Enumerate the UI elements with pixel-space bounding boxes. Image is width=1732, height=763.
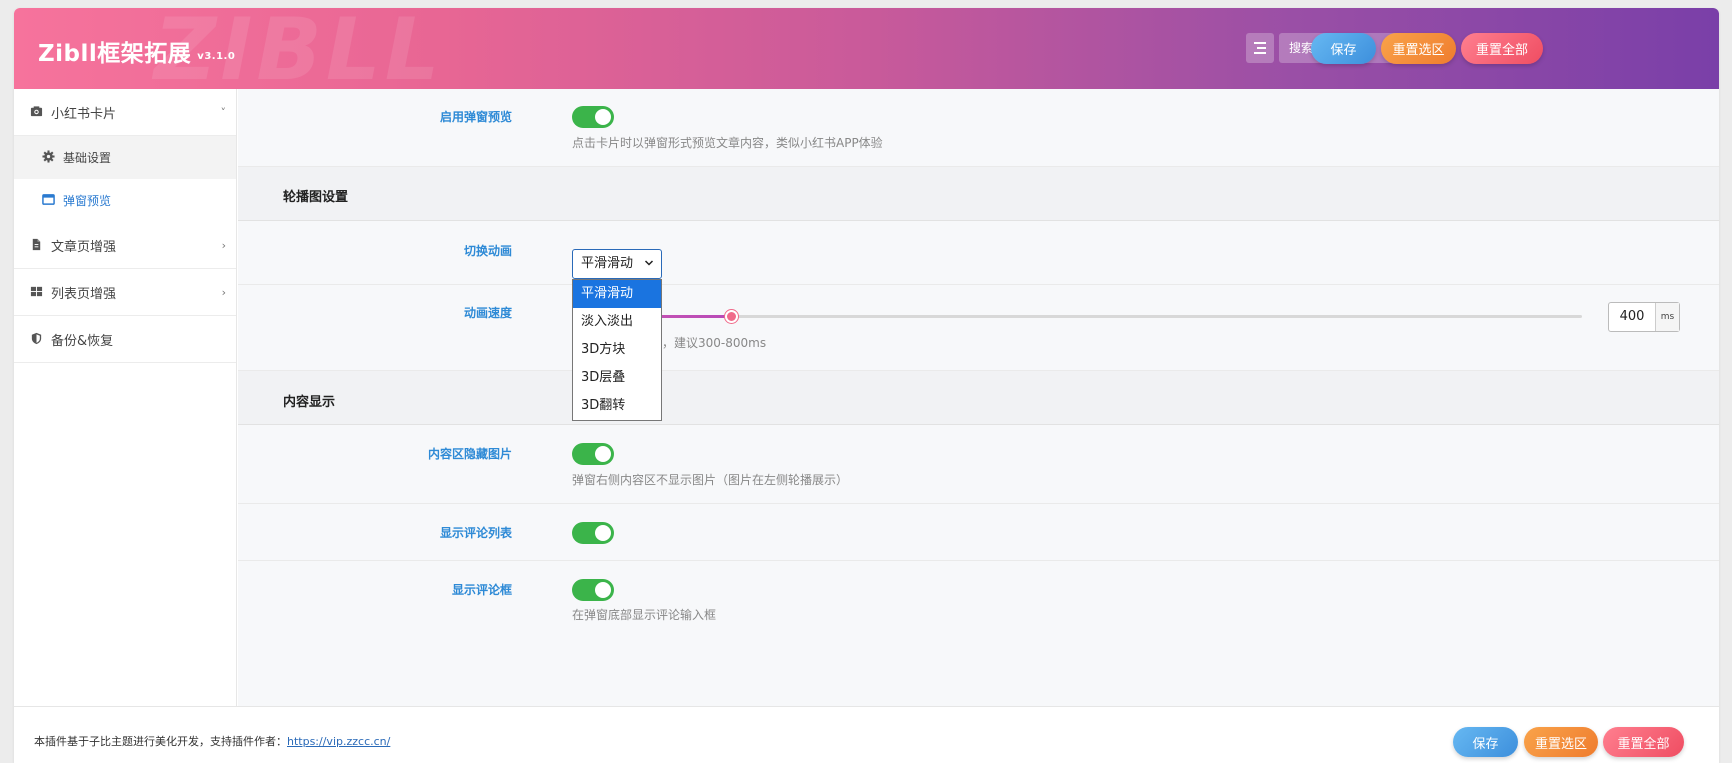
setting-popup-preview: 启用弹窗预览 点击卡片时以弹窗形式预览文章内容，类似小红书APP体验	[238, 89, 1719, 167]
reset-all-button[interactable]: 重置全部	[1461, 33, 1543, 64]
footer-text: 本插件基于子比主题进行美化开发，支持插件作者：https://vip.zzcc.…	[34, 733, 390, 749]
reset-section-button[interactable]: 重置选区	[1381, 33, 1456, 64]
shield-icon	[31, 332, 42, 345]
dropdown-option[interactable]: 淡入淡出	[573, 308, 661, 336]
popup-preview-toggle[interactable]	[572, 106, 614, 128]
chevron-right-icon: ›	[221, 238, 226, 252]
setting-label: 切换动画	[463, 244, 512, 258]
section-header-content: 内容显示	[238, 371, 1719, 425]
chevron-down-icon: ˅	[220, 105, 227, 119]
footer-reset-all-button[interactable]: 重置全部	[1603, 727, 1684, 757]
setting-label: 启用弹窗预览	[439, 110, 512, 124]
sidebar-item-label: 文章页增强	[51, 239, 117, 255]
brand-name: Zibll框架拓展	[38, 41, 192, 67]
setting-label: 显示评论框	[451, 583, 512, 597]
sidebar-item-label: 备份&恢复	[51, 333, 114, 349]
main-content: 启用弹窗预览 点击卡片时以弹窗形式预览文章内容，类似小红书APP体验 轮播图设置…	[238, 89, 1719, 706]
sidebar-item-backup-restore[interactable]: 备份&恢复	[14, 316, 236, 363]
transition-dropdown: 平滑滑动 淡入淡出 3D方块 3D层叠 3D翻转	[572, 279, 662, 421]
dropdown-option[interactable]: 3D翻转	[573, 392, 661, 420]
grid-icon	[30, 286, 43, 297]
setting-hide-images: 内容区隐藏图片 弹窗右侧内容区不显示图片（图片在左侧轮播展示）	[238, 425, 1719, 504]
speed-slider-track[interactable]	[572, 310, 1582, 323]
sidebar-subitem-basic-settings[interactable]: 基础设置	[14, 136, 236, 179]
sidebar: 小红书卡片 ˅ 基础设置 弹窗预览 文章页增强 › 列表页增强 › 备份&恢复	[14, 89, 237, 706]
hide-images-toggle[interactable]	[572, 443, 614, 465]
window-icon	[42, 194, 55, 205]
setting-description: 在弹窗底部显示评论输入框	[572, 608, 717, 622]
section-header-carousel: 轮播图设置	[238, 167, 1719, 221]
setting-description: 点击卡片时以弹窗形式预览文章内容，类似小红书APP体验	[572, 136, 883, 150]
section-title: 内容显示	[283, 395, 336, 410]
save-button[interactable]: 保存	[1311, 33, 1376, 64]
file-icon	[32, 238, 41, 251]
setting-speed: 动画速度 400 ms 慢，建议300-800ms	[238, 285, 1719, 371]
footer-bar: 本插件基于子比主题进行美化开发，支持插件作者：https://vip.zzcc.…	[14, 706, 1719, 763]
list-icon	[1254, 41, 1266, 56]
setting-label: 显示评论列表	[439, 526, 512, 540]
speed-number-input[interactable]: 400 ms	[1608, 302, 1680, 332]
setting-description: 慢，建议300-800ms	[650, 336, 767, 350]
show-comment-box-toggle[interactable]	[572, 579, 614, 601]
dropdown-option[interactable]: 3D方块	[573, 336, 661, 364]
author-link[interactable]: https://vip.zzcc.cn/	[287, 735, 390, 748]
dropdown-option[interactable]: 平滑滑动	[573, 280, 661, 308]
sidebar-item-xiaohongshu-card[interactable]: 小红书卡片 ˅	[14, 89, 236, 136]
sidebar-subitem-popup-preview[interactable]: 弹窗预览	[14, 179, 236, 222]
show-comments-toggle[interactable]	[572, 522, 614, 544]
chevron-down-icon	[644, 260, 654, 266]
speed-value: 400	[1619, 309, 1645, 324]
sidebar-item-label: 小红书卡片	[51, 106, 117, 122]
speed-slider-thumb[interactable]	[725, 310, 739, 323]
chevron-right-icon: ›	[221, 285, 226, 299]
setting-description: 弹窗右侧内容区不显示图片（图片在左侧轮播展示）	[572, 473, 849, 487]
select-value: 平滑滑动	[581, 256, 634, 271]
sidebar-item-label: 列表页增强	[51, 286, 117, 302]
settings-panel: ZIBLL Zibll框架拓展 v3.1.0 搜索... 保存 重置选区 重置全部…	[14, 8, 1719, 763]
dropdown-option[interactable]: 3D层叠	[573, 364, 661, 392]
setting-show-comment-box: 显示评论框 在弹窗底部显示评论输入框	[238, 561, 1719, 706]
app-title: Zibll框架拓展 v3.1.0	[38, 34, 235, 68]
sidebar-item-list-page[interactable]: 列表页增强 ›	[14, 269, 236, 316]
menu-toggle-button[interactable]	[1246, 33, 1274, 63]
version-label: v3.1.0	[197, 51, 236, 62]
camera-icon	[30, 106, 43, 117]
sidebar-item-article-page[interactable]: 文章页增强 ›	[14, 222, 236, 269]
footer-save-button[interactable]: 保存	[1453, 727, 1518, 757]
transition-select[interactable]: 平滑滑动	[572, 249, 662, 279]
setting-transition: 切换动画 平滑滑动	[238, 221, 1719, 285]
header-bar: ZIBLL Zibll框架拓展 v3.1.0 搜索... 保存 重置选区 重置全部	[14, 8, 1719, 89]
setting-label: 内容区隐藏图片	[427, 447, 512, 461]
footer-reset-section-button[interactable]: 重置选区	[1524, 727, 1598, 757]
footer-note: 本插件基于子比主题进行美化开发，支持插件作者：	[34, 735, 287, 748]
gear-icon	[42, 150, 55, 163]
sidebar-subitem-label: 弹窗预览	[63, 194, 112, 208]
speed-unit: ms	[1655, 303, 1679, 331]
sidebar-subitem-label: 基础设置	[63, 151, 112, 165]
section-title: 轮播图设置	[283, 190, 349, 205]
setting-show-comments: 显示评论列表	[238, 504, 1719, 561]
setting-label: 动画速度	[463, 306, 512, 320]
